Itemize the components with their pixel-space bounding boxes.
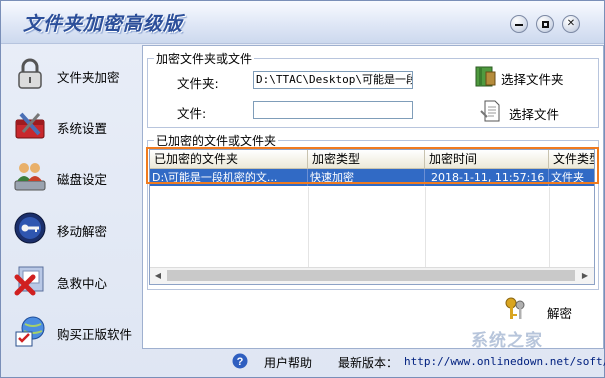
sidebar-item-label: 磁盘设定: [57, 172, 108, 187]
scroll-thumb[interactable]: [167, 270, 575, 281]
sidebar-item-label: 系统设置: [57, 121, 108, 136]
list-header: 已加密的文件夹 加密类型 加密时间 文件类型: [150, 150, 594, 169]
column-header-kind[interactable]: 文件类型: [549, 150, 594, 168]
users-disk-icon: [14, 163, 46, 191]
encrypted-list[interactable]: 已加密的文件夹 加密类型 加密时间 文件类型 D:\可能是一段机密的文... 快…: [149, 149, 595, 285]
horizontal-scrollbar[interactable]: ◀ ▶: [150, 267, 594, 284]
latest-version-url[interactable]: http://www.onlinedown.net/soft/10: [404, 355, 605, 368]
column-header-time[interactable]: 加密时间: [425, 150, 549, 168]
cell-path: D:\可能是一段机密的文...: [150, 169, 308, 186]
folder-path-field[interactable]: D:\TTAC\Desktop\可能是一段: [253, 71, 413, 89]
sidebar-item-label: 购买正版软件: [57, 327, 133, 342]
key-disk-icon: [14, 212, 46, 244]
file-label: 文件:: [177, 106, 207, 121]
app-window: 文件夹加密高级版 ✕ 文件夹加密 系统设置 磁盘设定 移动解密 急救中心 购买正…: [0, 0, 605, 378]
column-header-type[interactable]: 加密类型: [308, 150, 425, 168]
shop-globe-icon: [15, 316, 45, 347]
grid-divider: [308, 187, 309, 267]
decrypt-button[interactable]: 解密: [503, 296, 583, 326]
sidebar-item-label: 移动解密: [57, 224, 108, 239]
column-header-folder[interactable]: 已加密的文件夹: [150, 150, 308, 168]
sidebar-item-settings[interactable]: 系统设置: [1, 102, 141, 152]
toolbox-icon: [15, 112, 45, 139]
folder-book-icon: [475, 66, 496, 87]
select-file-label: 选择文件: [509, 107, 560, 122]
sidebar-item-mobile-decrypt[interactable]: 移动解密: [1, 205, 141, 255]
rescue-cross-icon: [14, 266, 44, 296]
grid-divider: [425, 187, 426, 267]
sidebar-item-disk[interactable]: 磁盘设定: [1, 153, 141, 203]
close-button[interactable]: ✕: [562, 15, 580, 33]
window-title: 文件夹加密高级版: [23, 13, 184, 35]
cell-kind: 文件夹: [549, 169, 594, 186]
encrypt-group-legend: 加密文件夹或文件: [156, 52, 253, 66]
sidebar: 文件夹加密 系统设置 磁盘设定 移动解密 急救中心 购买正版软件: [1, 45, 141, 353]
minimize-icon: [515, 24, 523, 26]
help-link[interactable]: 用户帮助: [264, 354, 312, 371]
grid-divider: [549, 187, 550, 267]
minimize-button[interactable]: [510, 15, 528, 33]
sidebar-item-buy[interactable]: 购买正版软件: [1, 308, 141, 358]
sidebar-item-label: 文件夹加密: [57, 70, 120, 85]
close-icon: ✕: [566, 18, 576, 29]
cell-type: 快速加密: [308, 169, 425, 186]
main-panel: 加密文件夹或文件 文件夹: D:\TTAC\Desktop\可能是一段 文件: …: [142, 45, 604, 349]
scroll-right-icon[interactable]: ▶: [578, 270, 592, 282]
select-folder-label: 选择文件夹: [501, 72, 564, 87]
folder-label: 文件夹:: [177, 76, 219, 91]
svg-text:?: ?: [237, 356, 244, 368]
status-bar: ? 用户帮助 最新版本： http://www.onlinedown.net/s…: [142, 349, 605, 375]
latest-version-label: 最新版本：: [338, 356, 399, 370]
maximize-icon: [541, 21, 549, 28]
sidebar-item-folder-encrypt[interactable]: 文件夹加密: [1, 51, 141, 101]
select-file-button[interactable]: 选择文件: [479, 99, 583, 125]
encrypted-group-legend: 已加密的文件或文件夹: [156, 134, 277, 148]
sidebar-item-rescue[interactable]: 急救中心: [1, 257, 141, 307]
maximize-button[interactable]: [536, 15, 554, 33]
sidebar-item-label: 急救中心: [57, 276, 108, 291]
table-row[interactable]: D:\可能是一段机密的文... 快速加密 2018-1-11, 11:57:16…: [150, 169, 594, 186]
padlock-icon: [18, 58, 42, 89]
file-path-field[interactable]: [253, 101, 413, 119]
watermark-text: 系统之家: [471, 331, 543, 351]
title-bar[interactable]: 文件夹加密高级版 ✕: [1, 1, 604, 44]
select-folder-button[interactable]: 选择文件夹: [473, 64, 583, 90]
help-icon[interactable]: ?: [232, 353, 248, 369]
cell-time: 2018-1-11, 11:57:16: [425, 169, 549, 186]
document-icon: [480, 100, 500, 122]
keys-icon: [505, 297, 525, 319]
decrypt-label: 解密: [547, 306, 573, 321]
scroll-left-icon[interactable]: ◀: [151, 270, 165, 282]
